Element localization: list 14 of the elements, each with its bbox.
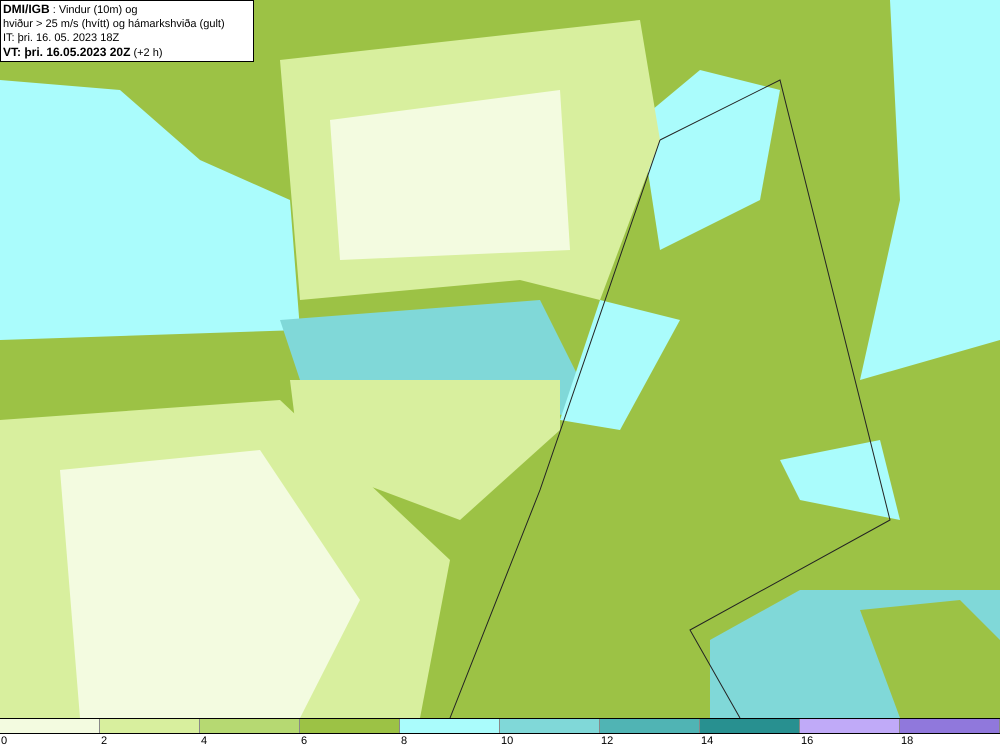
legend-text: VT: þri. 16.05.2023 20Z (+2 h) <box>3 45 164 60</box>
scale-label: 10 <box>500 735 514 747</box>
legend-text: IT: þri. 16. 05. 2023 18Z <box>3 31 120 45</box>
scale-label: 16 <box>800 735 814 747</box>
scale-label: 4 <box>200 735 208 747</box>
legend-text: hviður > 25 m/s (hvítt) og hámarkshviða (gult) <box>3 17 226 31</box>
scale-label: 2 <box>100 735 108 747</box>
legend-text: DMI/IGB : Vindur (10m) og <box>3 2 139 17</box>
scale-label: 12 <box>600 735 614 747</box>
scale-label: 0 <box>0 735 8 747</box>
scale-label: 8 <box>400 735 408 747</box>
scale-label: 14 <box>700 735 714 747</box>
scale-label: 6 <box>300 735 308 747</box>
scale-label: 18 <box>900 735 914 747</box>
